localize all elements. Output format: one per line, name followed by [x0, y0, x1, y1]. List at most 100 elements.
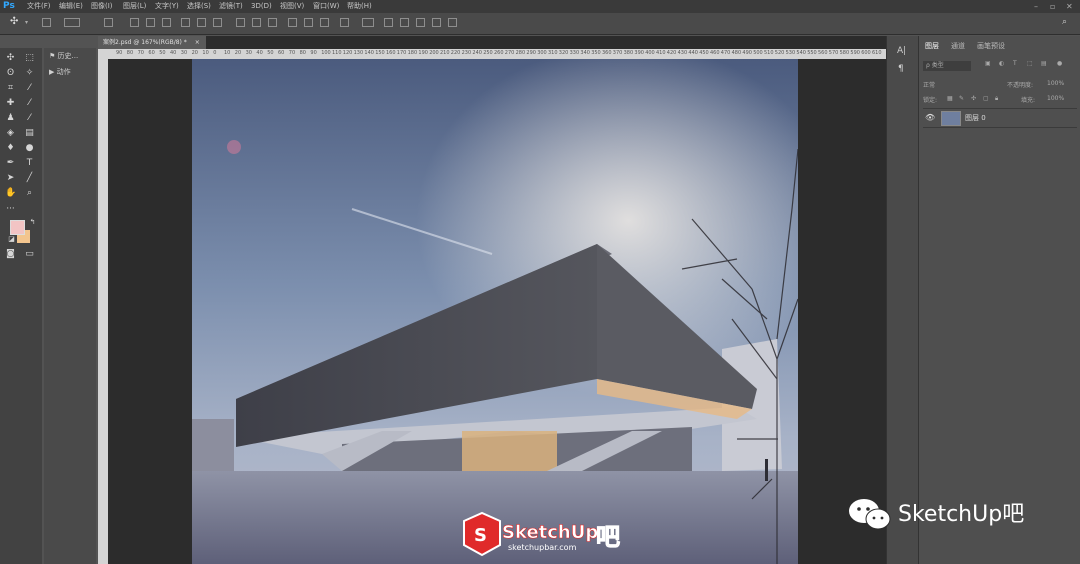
auto-align-icon[interactable]: [340, 18, 349, 27]
character-panel-icon[interactable]: A|: [897, 46, 906, 56]
quick-mask-icon[interactable]: ◙: [5, 249, 16, 260]
3d-roll-icon[interactable]: [400, 18, 409, 27]
distribute-right-icon[interactable]: [320, 18, 329, 27]
paragraph-panel-icon[interactable]: ¶: [898, 64, 904, 74]
minimize-icon[interactable]: –: [1034, 0, 1038, 13]
lock-all-icon[interactable]: 🔒︎: [995, 95, 998, 103]
lock-transparent-icon[interactable]: ▦: [947, 95, 953, 102]
lasso-tool-icon[interactable]: ʘ: [5, 68, 16, 79]
screen-mode-icon[interactable]: ▭: [24, 249, 35, 260]
foreground-color-swatch[interactable]: [10, 220, 25, 235]
hand-tool-icon[interactable]: ✋: [5, 188, 16, 199]
move-tool-preset-icon[interactable]: ✣: [10, 16, 18, 27]
distribute-hcenter-icon[interactable]: [304, 18, 313, 27]
menu-select[interactable]: 选择(S): [187, 0, 211, 13]
close-tab-icon[interactable]: ×: [195, 39, 200, 46]
clone-stamp-tool-icon[interactable]: ♟: [5, 113, 16, 124]
show-transform-icon[interactable]: [104, 18, 113, 27]
lock-image-icon[interactable]: ✎: [959, 95, 964, 102]
menu-filter[interactable]: 滤镜(T): [219, 0, 243, 13]
brush-tool-icon[interactable]: ⁄: [24, 98, 35, 109]
swap-colors-icon[interactable]: ↰: [27, 217, 38, 228]
distribute-vcenter-icon[interactable]: [252, 18, 261, 27]
building-lit-glass: [462, 431, 557, 471]
more-tools-icon[interactable]: ···: [5, 204, 16, 215]
dodge-tool-icon[interactable]: ●: [24, 143, 35, 154]
close-window-icon[interactable]: ✕: [1066, 0, 1073, 13]
ruler-tick-label: 90: [310, 50, 317, 56]
menu-type[interactable]: 文字(Y): [155, 0, 179, 13]
eraser-tool-icon[interactable]: ◈: [5, 128, 16, 139]
tab-layers[interactable]: 图层: [925, 41, 939, 51]
menu-layer[interactable]: 图层(L): [123, 0, 146, 13]
blur-tool-icon[interactable]: ♦: [5, 143, 16, 154]
menu-help[interactable]: 帮助(H): [347, 0, 372, 13]
menu-edit[interactable]: 编辑(E): [59, 0, 83, 13]
align-top-icon[interactable]: [130, 18, 139, 27]
ruler-vertical[interactable]: [98, 59, 108, 564]
menu-file[interactable]: 文件(F): [27, 0, 51, 13]
filter-pixel-icon[interactable]: ▣: [985, 60, 991, 67]
ruler-horizontal[interactable]: 90 80 70 60 50 40 30 20 10 0 10 20 30 40 50 60 70 80 90 100…: [98, 49, 886, 59]
layer-name[interactable]: 图层 0: [965, 113, 986, 123]
tab-channels[interactable]: 通道: [951, 41, 965, 51]
pen-tool-icon[interactable]: ✒: [5, 158, 16, 169]
align-vcenter-icon[interactable]: [146, 18, 155, 27]
filter-type-icon[interactable]: T: [1013, 60, 1017, 67]
filter-toggle-icon[interactable]: ●: [1057, 60, 1062, 67]
layer-select-dropdown[interactable]: [64, 18, 80, 27]
restore-icon[interactable]: ▫: [1050, 0, 1055, 13]
align-right-icon[interactable]: [213, 18, 222, 27]
fill-value[interactable]: 100%: [1047, 95, 1064, 102]
align-left-icon[interactable]: [181, 18, 190, 27]
chevron-down-icon[interactable]: ▾: [25, 19, 28, 26]
align-bottom-icon[interactable]: [162, 18, 171, 27]
layer-filter-dropdown[interactable]: ρ 类型: [923, 61, 971, 71]
lock-position-icon[interactable]: ✣: [971, 95, 976, 102]
canvas-image[interactable]: [192, 59, 798, 564]
3d-orbit-icon[interactable]: [384, 18, 393, 27]
type-tool-icon[interactable]: T: [24, 158, 35, 169]
path-selection-tool-icon[interactable]: ➤: [5, 173, 16, 184]
move-tool-icon[interactable]: ✣: [5, 53, 16, 64]
distribute-left-icon[interactable]: [288, 18, 297, 27]
default-colors-icon[interactable]: ◪: [6, 234, 17, 245]
eyedropper-tool-icon[interactable]: ⁄: [24, 83, 35, 94]
menu-view[interactable]: 视图(V): [280, 0, 304, 13]
menu-window[interactable]: 窗口(W): [313, 0, 339, 13]
lock-artboard-icon[interactable]: ▢: [983, 95, 989, 102]
line-tool-icon[interactable]: ╱: [24, 173, 35, 184]
opacity-value[interactable]: 100%: [1047, 80, 1064, 87]
3d-mode-icon[interactable]: [362, 18, 374, 27]
auto-select-checkbox-icon[interactable]: [42, 18, 51, 27]
background-building: [192, 419, 234, 471]
zoom-tool-icon[interactable]: ⌕: [24, 188, 35, 199]
healing-brush-tool-icon[interactable]: ✚: [5, 98, 16, 109]
filter-adjustment-icon[interactable]: ◐: [999, 60, 1004, 67]
history-panel-item[interactable]: ⚑ 历史...: [49, 51, 78, 61]
3d-pan-icon[interactable]: [416, 18, 425, 27]
filter-smart-object-icon[interactable]: ▤: [1041, 60, 1047, 67]
magic-wand-tool-icon[interactable]: ✧: [24, 68, 35, 79]
eye-icon[interactable]: 👁︎: [925, 113, 935, 122]
blend-mode-dropdown[interactable]: 正常: [923, 82, 935, 89]
document-tab[interactable]: 案例2.psd @ 167%(RGB/8) * ×: [98, 36, 206, 49]
ruler-tick-label: 430: [677, 50, 688, 56]
layer-thumbnail: [941, 111, 961, 126]
align-hcenter-icon[interactable]: [197, 18, 206, 27]
menu-3d[interactable]: 3D(D): [251, 0, 272, 13]
menu-image[interactable]: 图像(I): [91, 0, 113, 13]
tab-brush-presets[interactable]: 画笔预设: [977, 41, 1005, 51]
gradient-tool-icon[interactable]: ▤: [24, 128, 35, 139]
search-icon[interactable]: ⌕: [1062, 17, 1067, 27]
history-brush-tool-icon[interactable]: ⁄: [24, 113, 35, 124]
distribute-top-icon[interactable]: [236, 18, 245, 27]
3d-slide-icon[interactable]: [432, 18, 441, 27]
distribute-bottom-icon[interactable]: [268, 18, 277, 27]
crop-tool-icon[interactable]: ⌗: [5, 83, 16, 94]
3d-scale-icon[interactable]: [448, 18, 457, 27]
marquee-tool-icon[interactable]: ⬚: [24, 53, 35, 64]
actions-panel-item[interactable]: ▶ 动作: [49, 67, 71, 77]
layer-row[interactable]: 👁︎ 图层 0: [923, 108, 1077, 128]
filter-shape-icon[interactable]: ⬚: [1027, 60, 1033, 67]
